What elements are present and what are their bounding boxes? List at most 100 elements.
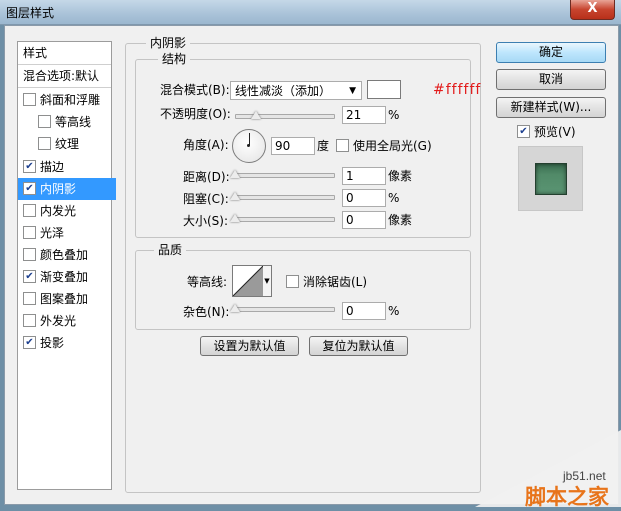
inner-shadow-title: 内阴影 [146,36,191,50]
choke-slider-thumb[interactable] [230,192,240,200]
chevron-down-icon: ▼ [349,86,356,96]
checkbox-checked[interactable]: ✔ [23,336,36,349]
cancel-button[interactable]: 取消 [496,69,606,90]
noise-slider-thumb[interactable] [230,304,240,312]
anti-alias-checkbox[interactable]: 消除锯齿(L) [286,273,367,291]
style-item-label: 内阴影 [40,182,77,196]
chevron-down-icon: ▼ [264,277,270,285]
style-item-gradient-overlay[interactable]: ✔ 渐变叠加 [18,266,116,288]
dialog-body: 样式 混合选项:默认 斜面和浮雕 等高线 纹理 ✔ 描边 ✔ 内阴影 内发光 光泽 … [4,25,619,505]
checkbox[interactable] [38,115,51,128]
opacity-unit: % [388,108,400,122]
blend-mode-value: 线性减淡（添加） [235,84,332,98]
preview-thumbnail [518,146,583,211]
preview-checkbox[interactable]: ✔ 预览(V) [517,123,576,141]
new-style-button[interactable]: 新建样式(W)... [496,97,606,118]
style-item-label: 内发光 [40,204,77,218]
anti-alias-label: 消除锯齿(L) [303,275,368,289]
use-global-light-label: 使用全局光(G) [353,139,432,153]
angle-input[interactable]: 90 [271,137,315,155]
checkbox[interactable] [23,292,36,305]
color-hex-label: #ffffff [433,82,482,98]
style-item-stroke[interactable]: ✔ 描边 [18,156,116,178]
close-button[interactable]: X [570,0,615,20]
style-item-satin[interactable]: 光泽 [18,222,116,244]
checkbox[interactable] [286,275,299,288]
size-input[interactable]: 0 [342,211,386,229]
checkbox-checked[interactable]: ✔ [517,125,530,138]
contour-dropdown[interactable]: ▼ [263,265,272,297]
style-item-pattern-overlay[interactable]: 图案叠加 [18,288,116,310]
size-unit: 像素 [388,213,413,227]
distance-unit: 像素 [388,169,413,183]
styles-header[interactable]: 样式 [18,42,111,64]
contour-picker[interactable] [232,265,264,297]
checkbox[interactable] [23,248,36,261]
style-item-outer-glow[interactable]: 外发光 [18,310,116,332]
size-slider-thumb[interactable] [230,214,240,222]
style-item-drop-shadow[interactable]: ✔ 投影 [18,332,116,354]
checkbox[interactable] [23,314,36,327]
style-item-label: 描边 [40,160,65,174]
styles-list: 样式 混合选项:默认 斜面和浮雕 等高线 纹理 ✔ 描边 ✔ 内阴影 内发光 光泽 … [17,41,116,490]
style-item-label: 等高线 [55,115,92,129]
distance-slider-track[interactable] [235,173,335,178]
noise-input[interactable]: 0 [342,302,386,320]
choke-input[interactable]: 0 [342,189,386,207]
blend-mode-label: 混合模式(B): [160,83,230,97]
contour-curve-icon [233,266,263,296]
title-bar[interactable]: 图层样式 X [0,0,621,25]
style-item-contour[interactable]: 等高线 [18,111,131,133]
opacity-label: 不透明度(O): [160,107,231,121]
angle-unit: 度 [317,139,330,153]
size-slider-track[interactable] [235,217,335,222]
style-item-color-overlay[interactable]: 颜色叠加 [18,244,116,266]
size-label: 大小(S): [183,214,229,228]
style-item-label: 渐变叠加 [40,270,89,284]
preview-swatch [535,163,567,195]
style-item-inner-glow[interactable]: 内发光 [18,200,116,222]
use-global-light-checkbox[interactable]: 使用全局光(G) [336,137,432,155]
checkbox-checked[interactable]: ✔ [23,270,36,283]
ok-button[interactable]: 确定 [496,42,606,63]
noise-unit: % [388,304,400,318]
distance-input[interactable]: 1 [342,167,386,185]
angle-label: 角度(A): [183,138,229,152]
style-item-label: 光泽 [40,226,65,240]
noise-slider-track[interactable] [235,307,335,312]
blend-mode-select[interactable]: 线性减淡（添加） ▼ [230,81,362,100]
checkbox[interactable] [336,139,349,152]
angle-center [247,144,250,147]
checkbox-checked[interactable]: ✔ [23,160,36,173]
shadow-color-swatch[interactable] [367,80,401,99]
distance-slider-thumb[interactable] [230,170,241,178]
preview-label: 预览(V) [534,125,576,139]
reset-default-button[interactable]: 复位为默认值 [309,336,408,356]
distance-label: 距离(D): [183,170,230,184]
divider [18,87,111,88]
choke-slider-track[interactable] [235,195,335,200]
style-item-label: 图案叠加 [40,292,89,306]
set-default-button[interactable]: 设置为默认值 [200,336,299,356]
opacity-input[interactable]: 21 [342,106,386,124]
checkbox[interactable] [23,93,36,106]
angle-dial[interactable] [232,129,266,163]
checkbox-checked[interactable]: ✔ [23,182,36,195]
checkbox[interactable] [38,137,51,150]
choke-unit: % [388,191,400,205]
style-item-texture[interactable]: 纹理 [18,133,131,155]
choke-label: 阻塞(C): [183,192,229,206]
noise-label: 杂色(N): [183,305,230,319]
style-item-label: 投影 [40,336,65,350]
contour-label: 等高线: [187,275,228,289]
style-item-label: 纹理 [55,137,80,151]
opacity-slider-thumb[interactable] [250,111,261,119]
blend-options-item[interactable]: 混合选项:默认 [18,65,111,87]
window-title: 图层样式 [6,6,55,20]
style-item-label: 斜面和浮雕 [40,93,101,107]
checkbox[interactable] [23,226,36,239]
style-item-inner-shadow[interactable]: ✔ 内阴影 [18,178,116,200]
style-item-label: 外发光 [40,314,77,328]
checkbox[interactable] [23,204,36,217]
style-item-bevel-emboss[interactable]: 斜面和浮雕 [18,89,116,111]
